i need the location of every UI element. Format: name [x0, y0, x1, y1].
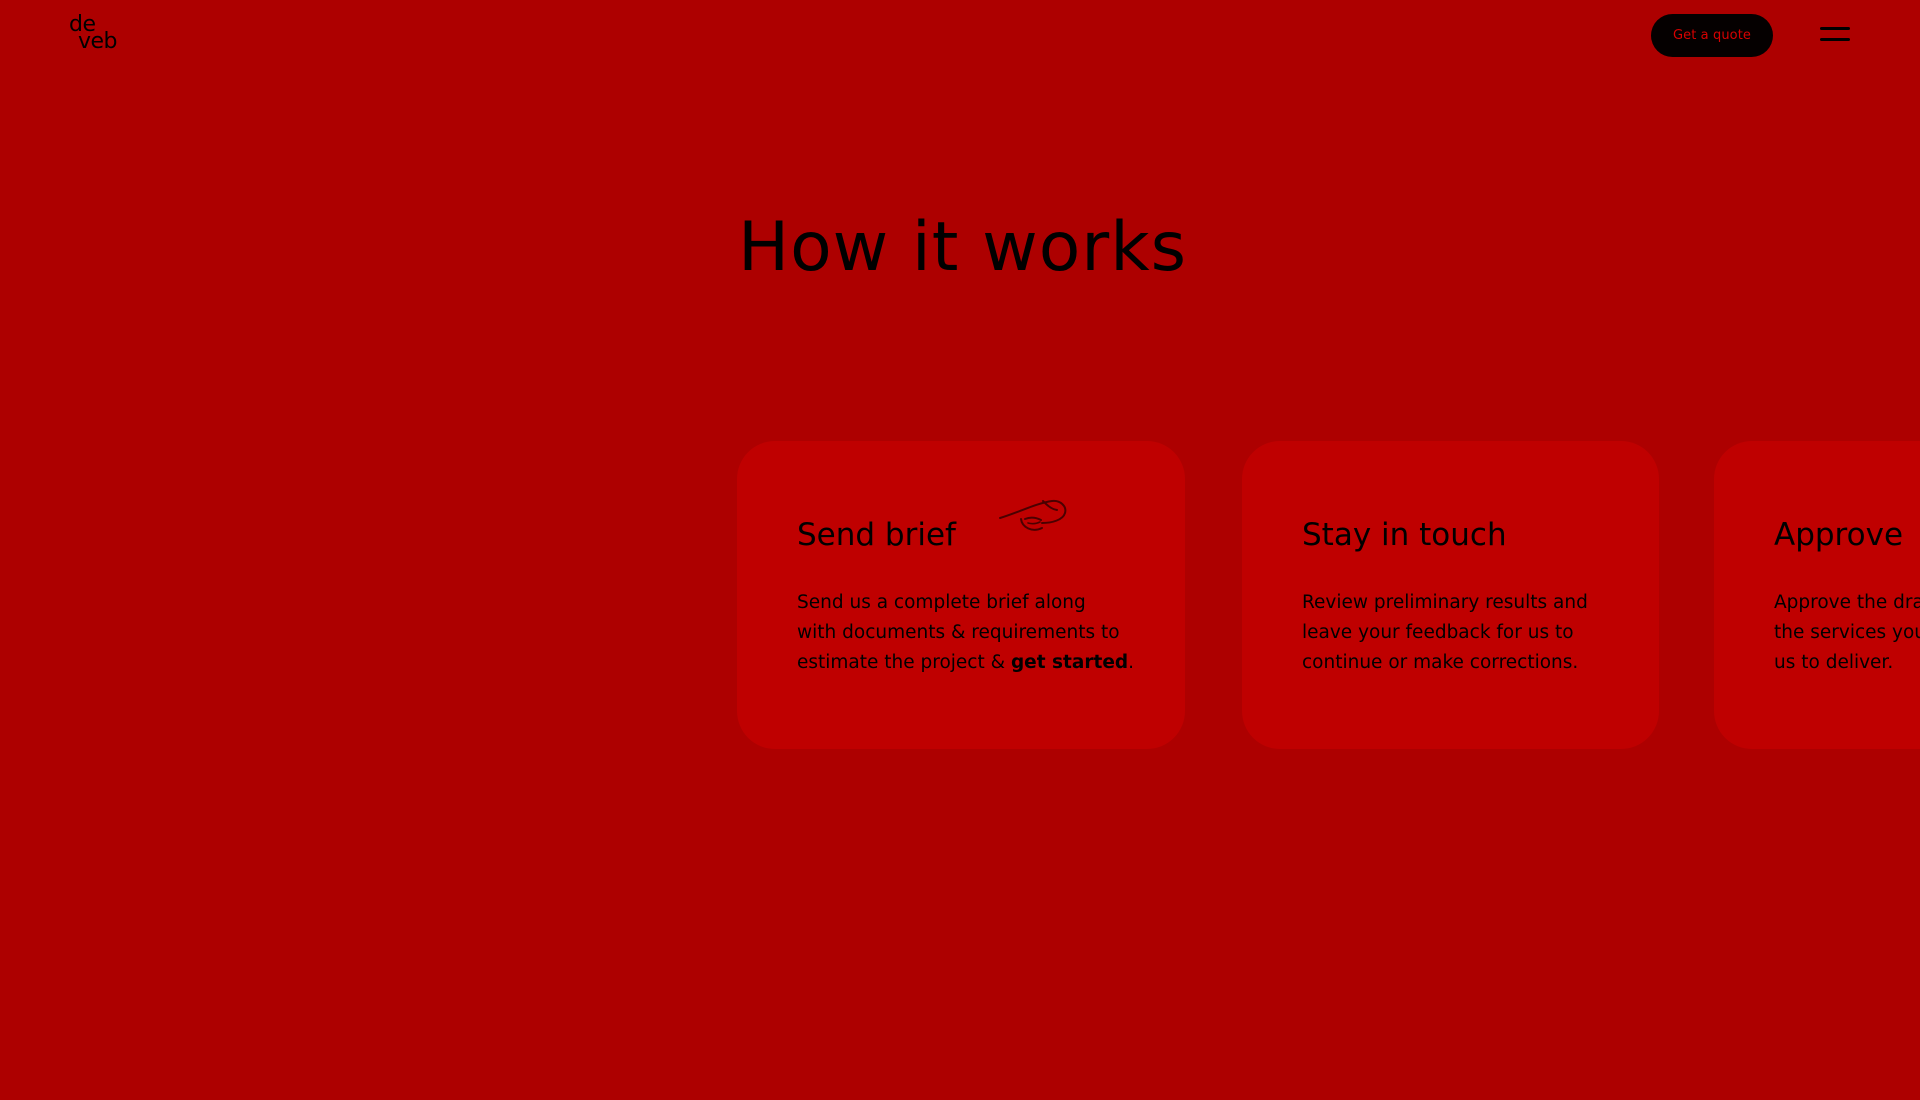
description-line: Review preliminary results and — [1302, 592, 1588, 613]
get-a-quote-button[interactable]: Get a quote — [1651, 14, 1773, 57]
step-title: Stay in touch — [1302, 517, 1507, 553]
step-description: Review preliminary results and leave you… — [1302, 588, 1588, 678]
description-line: Approve the dra — [1774, 592, 1920, 613]
description-line: continue or make corrections. — [1302, 652, 1579, 673]
description-line: leave your feedback for us to — [1302, 622, 1574, 643]
description-line: the services you — [1774, 622, 1920, 643]
description-line: with documents & requirements to — [797, 622, 1120, 643]
deveb-logo[interactable]: de veb — [68, 14, 128, 56]
description-line-text: estimate the project & — [797, 652, 1011, 673]
step-card-approve: Approve Approve the dra the services you… — [1714, 441, 1920, 749]
paper-plane-icon — [999, 499, 1067, 531]
step-description: Send us a complete brief along with docu… — [797, 588, 1134, 678]
step-title: Send brief — [797, 517, 956, 553]
page-title: How it works — [737, 208, 1188, 287]
step-title: Approve — [1774, 517, 1904, 553]
step-card-send-brief: Send brief Send us a complete brief alon… — [737, 441, 1185, 749]
get-started-emphasis: get started — [1010, 652, 1129, 673]
description-line: estimate the project & get started. — [797, 648, 1134, 678]
site-header: de veb Get a quote — [0, 0, 1920, 72]
description-line: Send us a complete brief along — [797, 592, 1086, 613]
step-description: Approve the dra the services you us to d… — [1774, 588, 1920, 678]
hamburger-menu-icon[interactable] — [1820, 26, 1850, 42]
menu-icon-bar-top — [1820, 27, 1850, 30]
logo-line-2: veb — [78, 29, 118, 54]
description-line: us to deliver. — [1774, 652, 1894, 673]
menu-icon-bar-bottom — [1820, 38, 1850, 41]
description-line-ending: . — [1128, 652, 1134, 673]
step-card-stay-in-touch: Stay in touch Review preliminary results… — [1242, 441, 1659, 749]
